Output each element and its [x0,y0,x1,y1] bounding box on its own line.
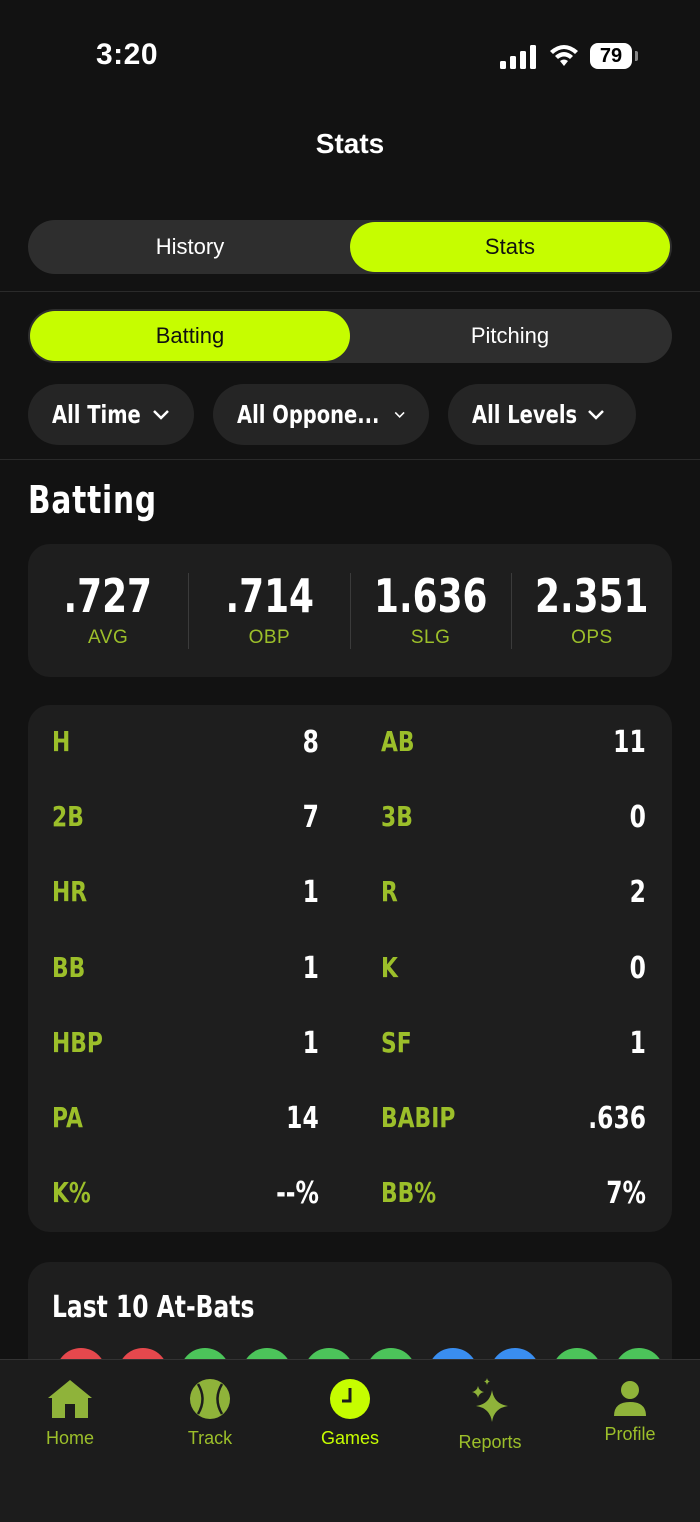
ops-stat: 2.351 OPS [510,568,672,649]
home-icon [48,1380,92,1418]
chevron-down-icon [394,411,405,418]
stat-label: HR [52,875,88,908]
tab-label: Profile [604,1424,656,1444]
view-segmented-control: History Stats [28,220,672,274]
tab-track[interactable]: Track [140,1378,280,1449]
levels-filter-dropdown[interactable]: All Levels [448,384,636,445]
stat-value: .636 [588,1101,646,1136]
stat-row: HBP 1 SF 1 [52,1026,646,1066]
chevron-down-icon [587,409,604,420]
stat-value: 14 [286,1101,319,1136]
stat-label: BABIP [381,1101,456,1134]
stat-label: SF [381,1026,412,1059]
status-time: 3:20 [96,38,159,71]
opponents-filter-label: All Oppone... [237,400,380,429]
stat-label: 2B [52,800,84,833]
stat-value: 0 [629,951,646,986]
tab-profile[interactable]: Profile [560,1380,700,1445]
stat-label: K [381,951,398,984]
counting-stats-card: H 8 AB 11 2B 7 3B 0 HR 1 R 2 BB 1 K 0 HB… [28,705,672,1232]
stat-value: 1 [302,1026,319,1061]
time-filter-dropdown[interactable]: All Time [28,384,194,445]
stat-label: HBP [52,1026,103,1059]
baseball-icon [190,1379,230,1419]
stat-value: 1 [629,1026,646,1061]
stat-label: OPS [571,626,613,648]
obp-stat: .714 OBP [188,568,349,649]
stat-value: 2 [629,875,646,910]
stat-value: 7% [606,1176,646,1211]
tab-label: Games [320,1428,380,1448]
stat-label: PA [52,1101,83,1134]
page-title: Stats [315,128,385,159]
avg-stat: .727 AVG [28,573,188,649]
sparkles-icon [472,1378,508,1422]
time-filter-label: All Time [52,400,141,429]
filter-bar: All Time All Oppone... All Levels [28,384,636,445]
stat-value: .727 [63,568,153,623]
stat-label: AVG [88,626,129,648]
stat-label: OBP [248,626,291,648]
stat-row: PA 14 BABIP .636 [52,1101,646,1141]
opponents-filter-dropdown[interactable]: All Oppone... [213,384,429,445]
tab-stats[interactable]: Stats [350,222,670,272]
tab-history[interactable]: History [30,222,350,272]
tab-label: Reports [458,1432,522,1452]
tab-label: Track [187,1428,233,1448]
stat-value: 1.636 [373,568,488,623]
stat-label: K% [52,1176,91,1209]
section-title: Batting [28,478,157,522]
stat-label: AB [381,725,415,758]
stat-value: 8 [302,725,319,760]
last-10-title: Last 10 At-Bats [52,1290,255,1325]
levels-filter-label: All Levels [472,400,578,429]
tab-batting[interactable]: Batting [30,311,350,361]
stat-label: BB [52,951,86,984]
stat-value: 11 [613,725,646,760]
tab-label: Home [45,1428,94,1448]
stat-row: K% --% BB% 7% [52,1176,646,1216]
stat-value: .714 [225,568,314,623]
chevron-down-icon [152,409,169,420]
stat-row: 2B 7 3B 0 [52,800,646,840]
person-icon [614,1381,646,1416]
rate-stats-card: .727 AVG .714 OBP 1.636 SLG 2.351 OPS [28,544,672,677]
divider [0,459,700,460]
tab-pitching[interactable]: Pitching [350,311,670,361]
stat-label: 3B [381,800,413,833]
stat-label: H [52,725,71,758]
tab-home[interactable]: Home [0,1378,140,1449]
stat-value: 1 [302,951,319,986]
stat-value: --% [276,1176,319,1211]
battery-icon: 79 [590,43,638,69]
slg-stat: 1.636 SLG [349,568,511,649]
stat-value: 2.351 [535,568,649,623]
stat-row: BB 1 K 0 [52,951,646,991]
stat-label: BB% [381,1176,437,1209]
stat-value: 7 [302,800,319,835]
tab-games[interactable]: Games [280,1378,420,1449]
stat-value: 1 [302,875,319,910]
stat-row: HR 1 R 2 [52,875,646,915]
stat-value: 0 [629,800,646,835]
cellular-signal-icon [500,45,536,69]
stat-label: SLG [410,626,451,648]
stat-type-segmented-control: Batting Pitching [28,309,672,363]
status-bar: 3:20 79 [0,0,700,110]
wifi-icon [550,45,578,66]
clock-icon [330,1379,370,1419]
divider [0,291,700,292]
stat-label: R [381,875,398,908]
tab-reports[interactable]: Reports [420,1378,560,1453]
stat-row: H 8 AB 11 [52,725,646,765]
bottom-tab-bar: Home Track Games Reports Profile [0,1359,700,1522]
